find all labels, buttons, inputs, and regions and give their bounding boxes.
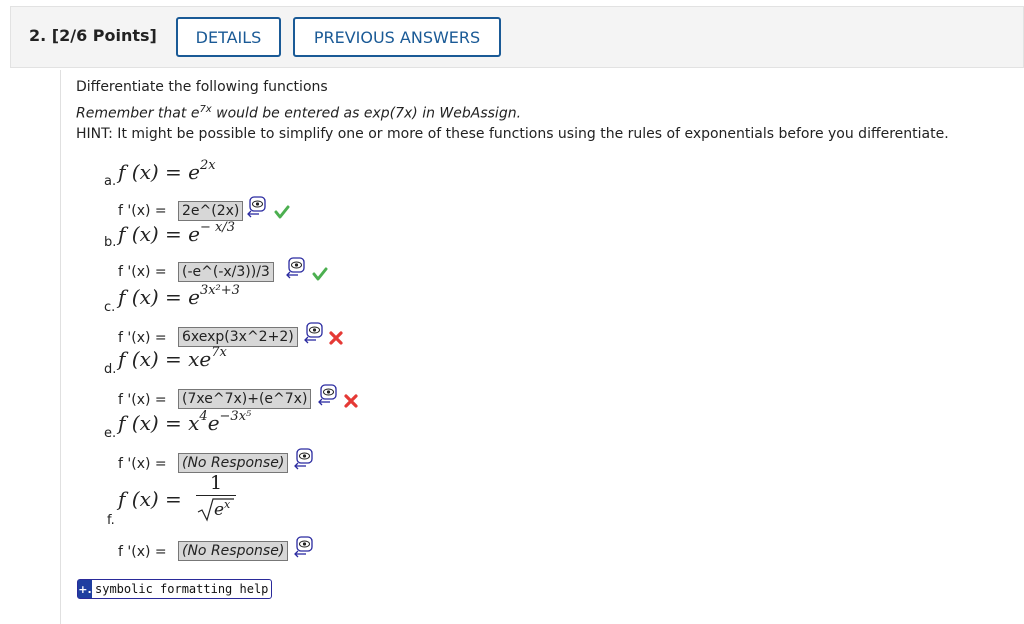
part-b-function: f (x) = e− x/3 <box>118 220 235 246</box>
part-letter: b. <box>104 235 117 250</box>
part-letter: e. <box>104 426 117 441</box>
part-a-function: f (x) = e2x <box>118 158 216 184</box>
view-answer-eye-icon[interactable] <box>318 384 338 406</box>
part-d-function: f (x) = xe7x <box>118 345 227 371</box>
part-letter: a. <box>104 174 117 189</box>
derivative-label: f '(x) = <box>118 203 167 219</box>
incorrect-x-icon <box>344 394 358 408</box>
view-answer-eye-icon[interactable] <box>304 322 324 344</box>
fraction-denominator: e x <box>196 496 236 522</box>
incorrect-x-icon <box>329 331 343 345</box>
view-answer-eye-icon[interactable] <box>294 448 314 470</box>
view-answer-eye-icon[interactable] <box>286 257 306 279</box>
previous-answers-button[interactable]: PREVIOUS ANSWERS <box>293 17 501 57</box>
part-c-function: f (x) = e3x²+3 <box>118 283 240 309</box>
question-header: 2. [2/6 Points] DETAILS PREVIOUS ANSWERS <box>10 6 1024 68</box>
correct-check-icon <box>312 267 328 281</box>
part-f-fraction: 1 e x <box>196 472 236 522</box>
details-button[interactable]: DETAILS <box>176 17 281 57</box>
answer-field-e[interactable]: (No Response) <box>178 453 289 473</box>
symbolic-formatting-help-button[interactable]: +. symbolic formatting help <box>77 579 273 599</box>
part-letter: c. <box>104 300 116 315</box>
answer-field-a[interactable]: 2e^(2x) <box>178 201 244 221</box>
help-plus-icon: +. <box>78 580 92 598</box>
answer-field-b[interactable]: (-e^(-x/3))/3 <box>178 262 274 282</box>
help-label: symbolic formatting help <box>95 582 269 596</box>
question-number: 2. [2/6 Points] <box>29 26 157 45</box>
derivative-label: f '(x) = <box>118 330 167 346</box>
derivative-label: f '(x) = <box>118 392 167 408</box>
fraction-numerator: 1 <box>209 472 223 494</box>
answer-field-d[interactable]: (7xe^7x)+(e^7x) <box>178 389 312 409</box>
view-answer-eye-icon[interactable] <box>247 196 267 218</box>
part-e-function: f (x) = x4e−3x⁵ <box>118 409 252 435</box>
part-f-function: f (x) = <box>118 487 182 511</box>
correct-check-icon <box>274 205 290 219</box>
derivative-label: f '(x) = <box>118 544 167 560</box>
answer-field-c[interactable]: 6xexp(3x^2+2) <box>178 327 298 347</box>
reminder-text: Remember that e7x would be entered as ex… <box>76 104 522 122</box>
part-letter: d. <box>104 362 117 377</box>
derivative-label: f '(x) = <box>118 456 167 472</box>
answer-field-f[interactable]: (No Response) <box>178 541 289 561</box>
derivative-label: f '(x) = <box>118 264 167 280</box>
hint-text: HINT: It might be possible to simplify o… <box>76 126 949 142</box>
view-answer-eye-icon[interactable] <box>294 536 314 558</box>
instruction-text: Differentiate the following functions <box>76 79 328 95</box>
part-letter: f. <box>107 513 115 528</box>
